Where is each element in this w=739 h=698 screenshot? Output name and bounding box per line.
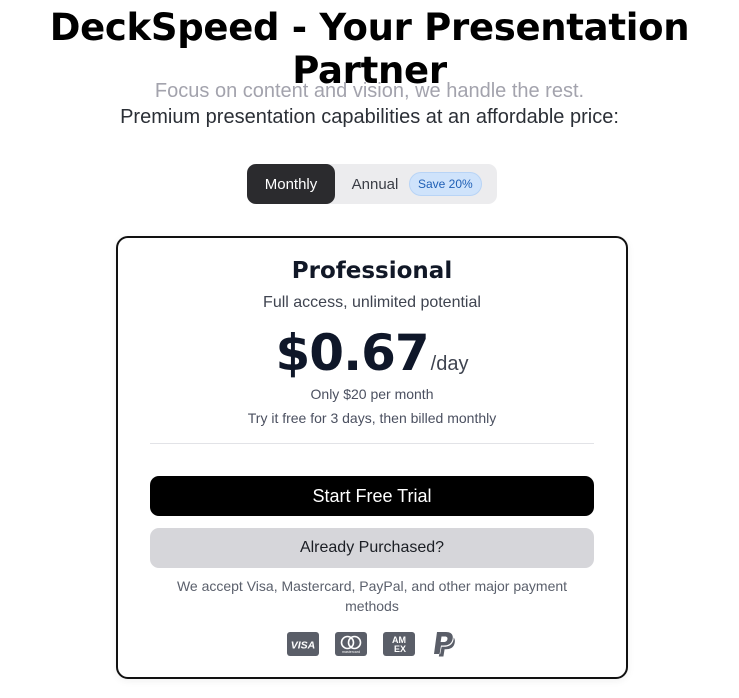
visa-icon: VISA <box>287 632 319 656</box>
billing-toggle: Monthly Annual Save 20% <box>247 164 497 204</box>
payment-methods-note: We accept Visa, Mastercard, PayPal, and … <box>176 578 568 614</box>
paypal-icon <box>434 632 455 657</box>
tagline: Focus on content and vision, we handle t… <box>154 80 585 102</box>
svg-text:VISA: VISA <box>291 640 316 652</box>
save-badge: Save 20% <box>409 172 482 196</box>
divider <box>150 443 594 444</box>
price-row: $0.67 /day <box>118 324 626 382</box>
svg-text:EX: EX <box>394 644 406 654</box>
pricing-page: DeckSpeed - Your Presentation Partner Fo… <box>0 0 739 698</box>
start-free-trial-button[interactable]: Start Free Trial <box>150 476 594 516</box>
pricing-card: Professional Full access, unlimited pote… <box>116 236 628 679</box>
payment-icons: VISA mastercard AM EX <box>118 630 626 658</box>
svg-text:mastercard: mastercard <box>342 650 360 654</box>
already-purchased-button[interactable]: Already Purchased? <box>150 528 594 568</box>
price-amount: $0.67 <box>275 324 430 382</box>
monthly-toggle-button[interactable]: Monthly <box>247 164 335 204</box>
plan-description: Full access, unlimited potential <box>263 294 481 311</box>
plan-name: Professional <box>291 258 453 284</box>
price-note: Only $20 per month <box>310 386 434 402</box>
annual-toggle-button[interactable]: Annual <box>335 164 409 204</box>
mastercard-icon: mastercard <box>335 632 367 656</box>
amex-icon: AM EX <box>383 632 415 656</box>
trial-note: Try it free for 3 days, then billed mont… <box>247 410 497 426</box>
price-unit: /day <box>430 353 469 375</box>
subtagline: Premium presentation capabilities at an … <box>120 106 619 128</box>
